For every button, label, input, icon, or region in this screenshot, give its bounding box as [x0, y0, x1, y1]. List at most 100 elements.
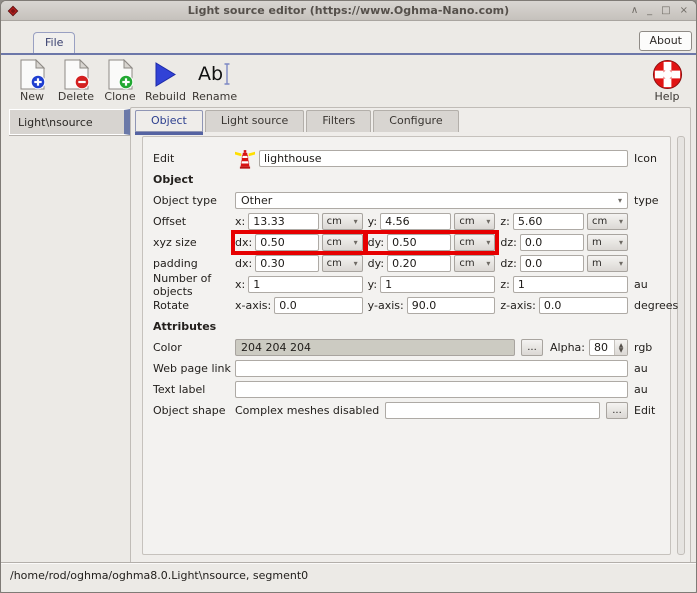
number-y-prefix: y: [368, 278, 377, 291]
rotate-z-input[interactable] [539, 297, 628, 314]
object-type-select[interactable]: Other ▾ [235, 192, 628, 209]
offset-x-prefix: x: [235, 215, 245, 228]
tab-object[interactable]: Object [135, 110, 203, 132]
new-button[interactable]: New [13, 58, 51, 103]
vertical-scrollbar[interactable] [677, 136, 685, 555]
xyz-size-dz-unit-select[interactable]: m▾ [587, 234, 628, 251]
help-button-label: Help [654, 90, 679, 103]
offset-x-group: x: cm▾ [235, 213, 363, 230]
rename-button[interactable]: Ab Rename [192, 58, 237, 103]
object-shape-browse-button[interactable]: ... [606, 402, 628, 419]
about-button[interactable]: About [639, 31, 692, 51]
lighthouse-icon[interactable] [235, 148, 255, 170]
status-bar: /home/rod/oghma/oghma8.0.Light\nsource, … [1, 562, 696, 592]
number-of-objects-label: Number of objects [153, 272, 235, 298]
web-page-link-input[interactable] [235, 360, 628, 377]
spinner-arrows-icon[interactable]: ▲▼ [614, 340, 627, 355]
delete-button-label: Delete [58, 90, 94, 103]
delete-button[interactable]: Delete [57, 58, 95, 103]
help-lifebuoy-icon [651, 58, 684, 90]
rotate-y-group: y-axis: [368, 297, 496, 314]
rotate-x-group: x-axis: [235, 297, 363, 314]
tab-light-source[interactable]: Light source [205, 110, 304, 132]
close-window-icon[interactable]: × [680, 6, 688, 16]
xyz-size-dy-group-highlighted: dy: cm▾ [368, 234, 496, 251]
padding-dz-input[interactable] [520, 255, 584, 272]
offset-row: Offset x: cm▾ y: cm▾ z: c [153, 213, 670, 230]
tab-filters[interactable]: Filters [306, 110, 371, 132]
number-z-input[interactable] [513, 276, 628, 293]
object-shape-edit-label: Edit [634, 404, 655, 417]
number-y-group: y: [368, 276, 496, 293]
chevron-down-icon: ▾ [618, 196, 622, 205]
object-name-input[interactable] [259, 150, 628, 167]
xyz-size-dx-unit-select[interactable]: cm▾ [322, 234, 363, 251]
text-label-label: Text label [153, 383, 235, 396]
object-shape-status: Complex meshes disabled [235, 404, 379, 417]
padding-dx-unit-select[interactable]: cm▾ [322, 255, 363, 272]
object-shape-row: Object shape Complex meshes disabled ...… [153, 402, 670, 419]
offset-z-unit-select[interactable]: cm▾ [587, 213, 628, 230]
number-x-group: x: [235, 276, 363, 293]
xyz-size-dz-group: dz: m▾ [500, 234, 628, 251]
chevron-down-icon: ▾ [354, 217, 358, 226]
edit-label: Edit [153, 152, 235, 165]
rotate-label: Rotate [153, 299, 235, 312]
number-x-prefix: x: [235, 278, 245, 291]
edit-unit-label: Icon [634, 152, 657, 165]
padding-dx-input[interactable] [255, 255, 318, 272]
color-browse-button[interactable]: ... [521, 339, 543, 356]
minimize-window-icon[interactable]: _ [647, 6, 652, 16]
padding-dy-unit-select[interactable]: cm▾ [454, 255, 495, 272]
sidebar-item-label: Light\nsource [18, 116, 93, 129]
padding-dy-input[interactable] [387, 255, 451, 272]
tab-configure[interactable]: Configure [373, 110, 458, 132]
object-type-row: Object type Other ▾ type [153, 192, 670, 209]
alpha-spinbox[interactable]: ▲▼ [589, 339, 628, 356]
offset-y-unit-select[interactable]: cm▾ [454, 213, 495, 230]
clone-button[interactable]: Clone [101, 58, 139, 103]
rotate-y-input[interactable] [407, 297, 496, 314]
number-unit-label: au [634, 278, 648, 291]
number-y-input[interactable] [380, 276, 495, 293]
help-button[interactable]: Help [648, 58, 686, 103]
xyz-size-label: xyz size [153, 236, 235, 249]
number-of-objects-row: Number of objects x: y: z: au [153, 276, 670, 293]
object-type-label: Object type [153, 194, 235, 207]
rebuild-button-label: Rebuild [145, 90, 186, 103]
padding-row: padding dx: cm▾ dy: cm▾ dz: [153, 255, 670, 272]
window-controls: ∧ _ □ × [631, 1, 688, 21]
object-tab-content: Edit Icon Object Object type Other [142, 136, 671, 555]
alpha-label: Alpha: [550, 341, 585, 354]
chevron-down-icon: ▾ [619, 259, 623, 268]
clone-button-label: Clone [104, 90, 135, 103]
web-page-link-label: Web page link [153, 362, 235, 375]
number-x-input[interactable] [248, 276, 362, 293]
offset-x-input[interactable] [248, 213, 318, 230]
window-title: Light source editor (https://www.Oghma-N… [1, 4, 696, 17]
number-z-prefix: z: [500, 278, 509, 291]
xyz-size-dy-input[interactable] [387, 234, 451, 251]
maximize-window-icon[interactable]: □ [661, 6, 670, 16]
xyz-size-dx-input[interactable] [255, 234, 318, 251]
shade-window-icon[interactable]: ∧ [631, 6, 638, 16]
color-label: Color [153, 341, 235, 354]
clone-document-icon [107, 58, 134, 90]
offset-z-input[interactable] [513, 213, 584, 230]
segment-list: Light\nsource [9, 109, 130, 560]
file-menu-tab[interactable]: File [33, 32, 75, 53]
offset-x-unit-select[interactable]: cm▾ [322, 213, 363, 230]
rotate-x-input[interactable] [274, 297, 362, 314]
xyz-size-dy-unit-select[interactable]: cm▾ [454, 234, 495, 251]
sidebar-item-light-source[interactable]: Light\nsource [9, 109, 130, 135]
text-label-input[interactable] [235, 381, 628, 398]
rebuild-button[interactable]: Rebuild [145, 58, 186, 103]
padding-dz-unit-select[interactable]: m▾ [587, 255, 628, 272]
object-shape-input[interactable] [385, 402, 600, 419]
xyz-size-row: xyz size dx: cm▾ dy: cm▾ dz: [153, 234, 670, 251]
alpha-input[interactable] [590, 340, 614, 355]
offset-y-input[interactable] [380, 213, 451, 230]
color-swatch-button[interactable]: 204 204 204 [235, 339, 515, 356]
xyz-size-dz-input[interactable] [520, 234, 584, 251]
menubar: File About [1, 21, 696, 55]
